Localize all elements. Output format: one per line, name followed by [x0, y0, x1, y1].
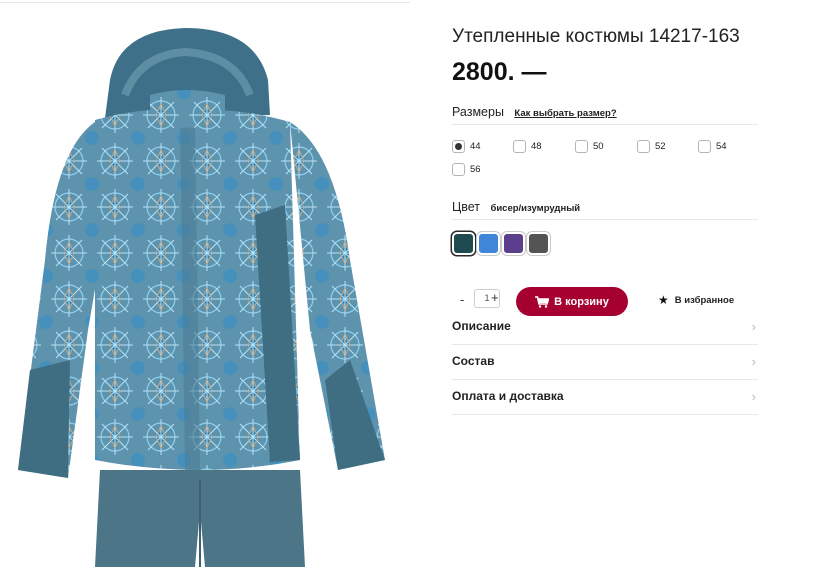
accordion-label: Состав — [452, 354, 495, 368]
color-swatch-gray[interactable] — [527, 232, 550, 255]
chevron-right-icon: › — [751, 319, 756, 334]
size-radio[interactable] — [452, 163, 465, 176]
color-header: Цвет бисер/изумрудный — [452, 200, 758, 220]
accordion-label: Описание — [452, 319, 511, 333]
sizes-label: Размеры — [452, 105, 504, 119]
jacket-photo-icon — [18, 28, 385, 567]
product-price: 2800. — — [452, 58, 547, 86]
cart-icon — [535, 295, 550, 308]
accordion-description[interactable]: Описание › — [452, 310, 758, 345]
quantity-plus-button[interactable]: + — [491, 290, 499, 305]
size-radio[interactable] — [452, 140, 465, 153]
chevron-right-icon: › — [751, 354, 756, 369]
accordion-payment-delivery[interactable]: Оплата и доставка › — [452, 380, 758, 415]
product-image[interactable] — [0, 0, 430, 567]
color-swatches — [452, 232, 552, 255]
size-label: 54 — [716, 141, 727, 152]
accordion-label: Оплата и доставка — [452, 389, 564, 403]
selected-color-name: бисер/изумрудный — [490, 203, 581, 214]
size-option-50[interactable]: 50 — [575, 140, 604, 153]
size-option-56[interactable]: 56 — [452, 163, 481, 176]
sizes-header: Размеры Как выбрать размер? — [452, 105, 758, 125]
star-icon: ★ — [658, 293, 669, 307]
favorites-label: В избранное — [674, 294, 735, 306]
add-to-cart-label: В корзину — [554, 295, 609, 308]
color-label: Цвет — [452, 200, 481, 214]
size-label: 56 — [470, 164, 481, 175]
size-label: 44 — [470, 141, 481, 152]
size-option-52[interactable]: 52 — [637, 140, 666, 153]
product-title: Утепленные костюмы 14217-163 — [452, 26, 740, 47]
quantity-minus-button[interactable]: - — [460, 292, 464, 307]
chevron-right-icon: › — [751, 389, 756, 404]
size-radio[interactable] — [513, 140, 526, 153]
size-option-48[interactable]: 48 — [513, 140, 542, 153]
add-to-favorites[interactable]: ★ В избранное — [658, 294, 734, 306]
size-label: 48 — [531, 141, 542, 152]
color-swatch-blue[interactable] — [477, 232, 500, 255]
size-guide-link[interactable]: Как выбрать размер? — [514, 108, 616, 119]
size-label: 50 — [593, 141, 604, 152]
accordion-composition[interactable]: Состав › — [452, 345, 758, 380]
size-radio[interactable] — [698, 140, 711, 153]
size-label: 52 — [655, 141, 666, 152]
size-option-54[interactable]: 54 — [698, 140, 727, 153]
color-swatch-emerald[interactable] — [452, 232, 475, 255]
size-radio[interactable] — [575, 140, 588, 153]
size-radio[interactable] — [637, 140, 650, 153]
size-option-44[interactable]: 44 — [452, 140, 481, 153]
color-swatch-purple[interactable] — [502, 232, 525, 255]
